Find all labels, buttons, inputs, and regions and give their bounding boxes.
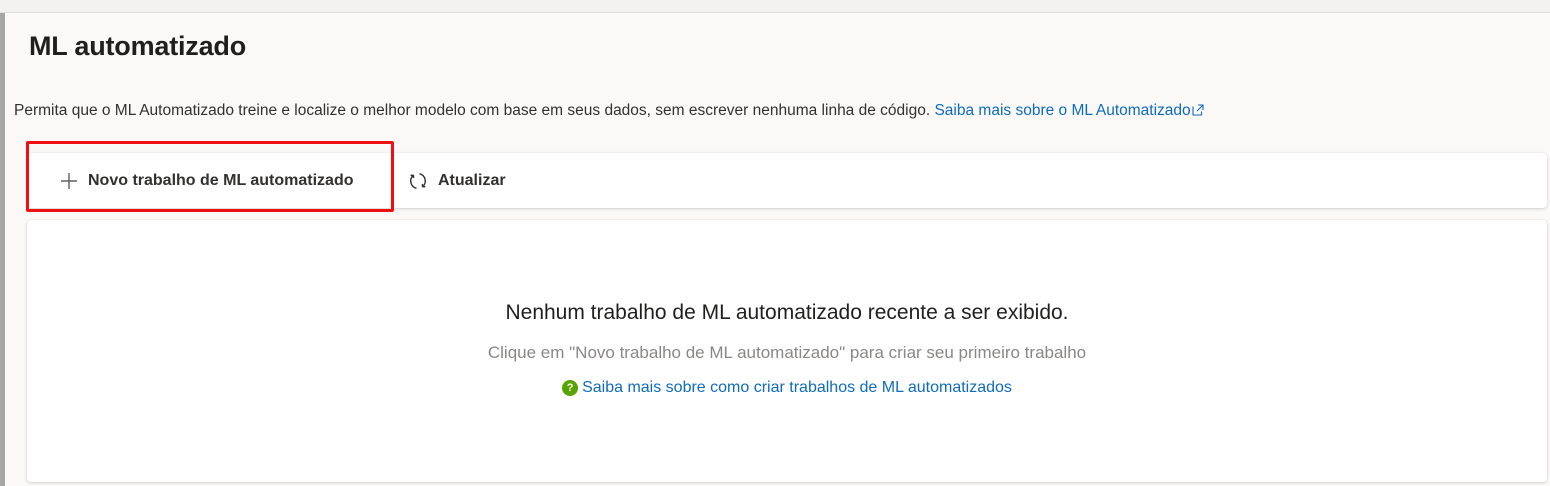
external-link-icon <box>1192 103 1204 121</box>
add-icon <box>59 171 79 191</box>
page-title: ML automatizado <box>29 31 247 61</box>
refresh-label: Atualizar <box>438 171 506 189</box>
browser-top-strip <box>0 0 1550 13</box>
learn-more-link-label: Saiba mais sobre o ML Automatizado <box>934 102 1191 119</box>
learn-more-automl-link[interactable]: Saiba mais sobre o ML Automatizado <box>934 102 1204 121</box>
jobs-list-panel: Nenhum trabalho de ML automatizado recen… <box>27 220 1547 482</box>
empty-state-help: ? Saiba mais sobre como criar trabalhos … <box>27 379 1547 397</box>
page-description: Permita que o ML Automatizado treine e l… <box>14 102 1204 121</box>
new-automl-job-label: Novo trabalho de ML automatizado <box>88 171 354 189</box>
learn-create-jobs-link[interactable]: Saiba mais sobre como criar trabalhos de… <box>582 379 1012 397</box>
automl-page: ML automatizado Permita que o ML Automat… <box>5 13 1550 486</box>
refresh-button[interactable]: Atualizar <box>407 153 506 208</box>
empty-state-subtitle: Clique em "Novo trabalho de ML automatiz… <box>487 343 1087 362</box>
help-circle-icon: ? <box>562 380 579 396</box>
command-bar: Novo trabalho de ML automatizado Atualiz… <box>27 153 1547 208</box>
empty-state-title: Nenhum trabalho de ML automatizado recen… <box>505 301 1069 324</box>
refresh-icon <box>407 170 429 192</box>
description-text: Permita que o ML Automatizado treine e l… <box>14 102 931 119</box>
new-automl-job-button[interactable]: Novo trabalho de ML automatizado <box>59 153 354 208</box>
